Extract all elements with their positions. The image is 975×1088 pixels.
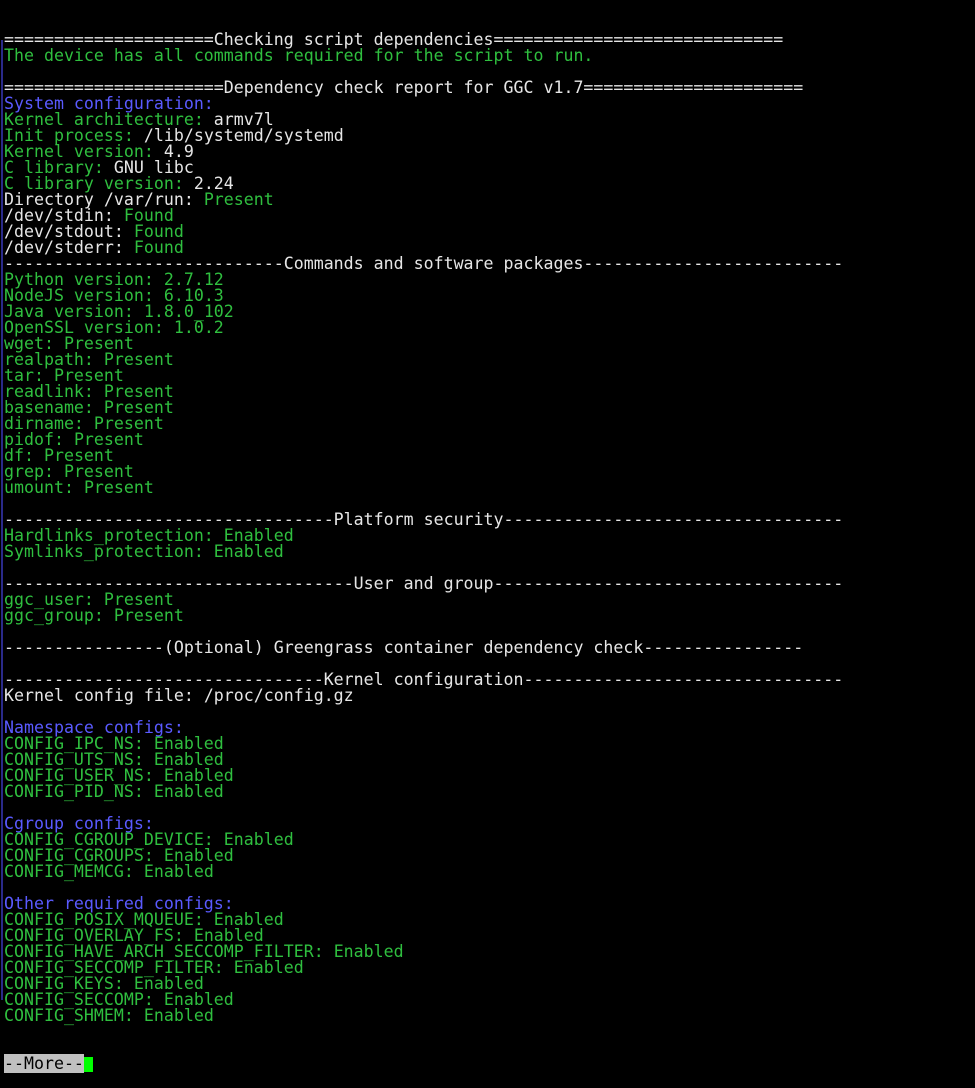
terminal-lines: =====================Checking script dep… [4,31,972,1025]
line-label: Symlinks_protection: [4,542,214,561]
line-value: Enabled [143,1006,214,1025]
terminal-line: CONFIG_SHMEM: Enabled [4,1006,972,1025]
line-value: 1.0.2 [173,318,224,337]
line-value: Present [83,478,154,497]
line-value: Enabled [213,542,284,561]
pager-line: --More-- [4,1054,972,1073]
line-value: Present [203,190,274,209]
terminal-line: CONFIG_PID_NS: Enabled [4,782,972,801]
terminal-line: OpenSSL version: 1.0.2 [4,318,972,337]
line-label: CONFIG_PID_NS: [4,782,154,801]
line-value: Enabled [223,830,294,849]
cursor [83,1057,93,1072]
line-value: Enabled [143,862,214,881]
terminal-line: Kernel config file: /proc/config.gz [4,686,972,705]
line-label: CONFIG_SHMEM: [4,1006,144,1025]
terminal-output[interactable]: =====================Checking script dep… [4,0,972,1088]
line-value: Enabled [233,958,304,977]
terminal-left-border [1,40,3,1000]
terminal-line: Symlinks_protection: Enabled [4,542,972,561]
terminal-line: realpath: Present [4,351,972,368]
line-label: CONFIG_MEMCG: [4,862,144,881]
line-label: The device has all commands required for… [4,46,594,65]
line-label: umount: [4,478,84,497]
line-label: Kernel config file: [4,686,204,705]
terminal-line: dirname: Present [4,415,972,432]
more-prompt[interactable]: --More-- [4,1054,84,1073]
terminal-line: pidof: Present [4,431,972,448]
line-label: ggc_group: [4,606,114,625]
terminal-line: ggc_group: Present [4,606,972,625]
terminal-line: CONFIG_MEMCG: Enabled [4,862,972,881]
line-value: /proc/config.gz [203,686,354,705]
line-value: Enabled [153,782,224,801]
terminal-line: ----------------(Optional) Greengrass co… [4,638,972,657]
line-value: Enabled [333,942,404,961]
terminal-line: umount: Present [4,478,972,497]
terminal-line: df: Present [4,447,972,464]
line-label: ----------------(Optional) Greengrass co… [4,638,804,657]
terminal-line: The device has all commands required for… [4,46,972,65]
line-value: Present [113,606,184,625]
